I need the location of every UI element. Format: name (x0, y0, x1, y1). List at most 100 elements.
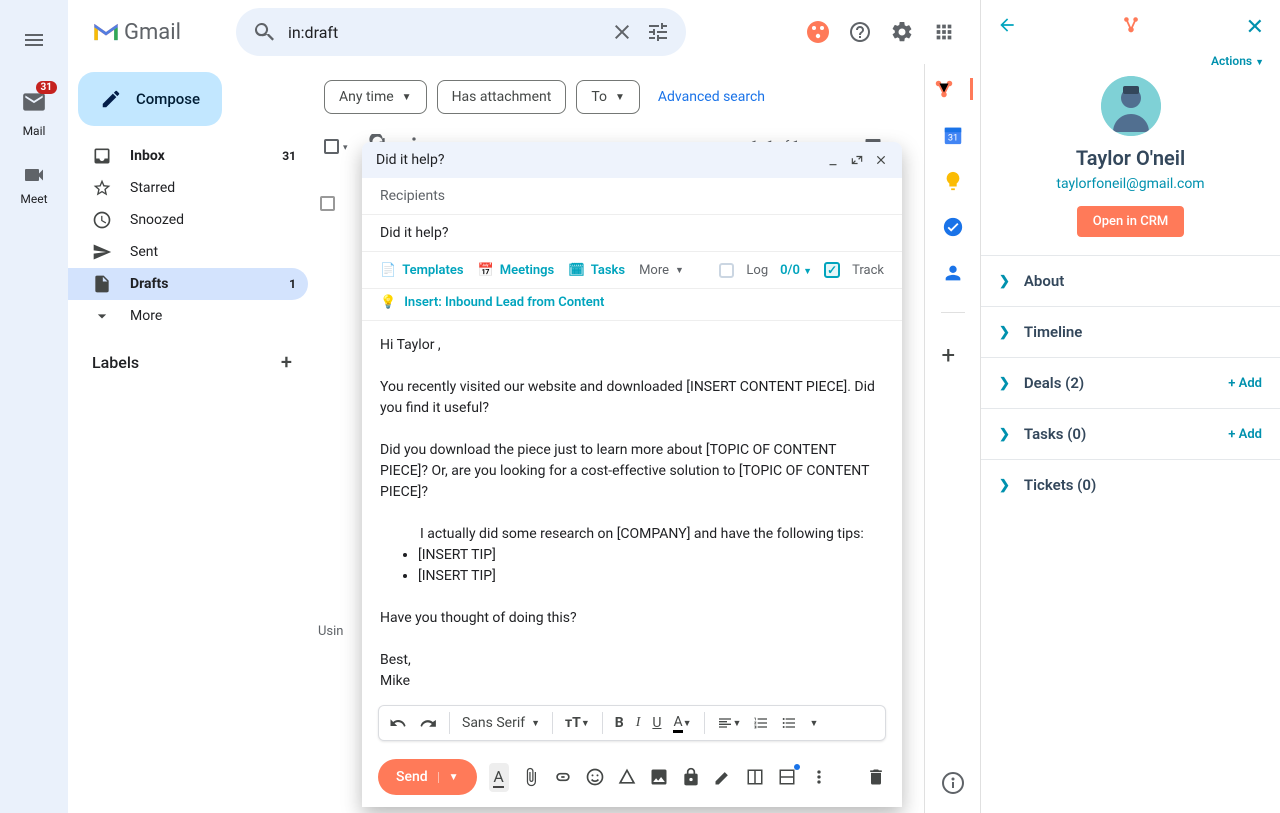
hubspot-top-icon[interactable] (806, 20, 830, 44)
insert-snippet-row[interactable]: 💡 Insert: Inbound Lead from Content (362, 289, 902, 321)
nav-more[interactable]: More (68, 300, 308, 332)
calendar-icon: 📅 (478, 263, 494, 278)
compose-header[interactable]: Did it help? (362, 142, 902, 178)
chip-anytime[interactable]: Any time▼ (324, 80, 427, 114)
log-count[interactable]: 0/0 ▼ (780, 263, 812, 278)
search-icon[interactable] (252, 20, 276, 44)
format-toggle-icon[interactable]: A (489, 763, 509, 792)
row-checkbox[interactable] (320, 196, 335, 211)
chip-to[interactable]: To▼ (576, 80, 640, 114)
font-size-icon[interactable]: тT ▼ (565, 715, 590, 731)
apps-icon[interactable] (932, 20, 956, 44)
send-options-caret[interactable]: ▼ (438, 772, 459, 783)
hubspot-back-icon[interactable] (997, 15, 1017, 39)
bullet-list-icon[interactable] (781, 715, 797, 731)
align-icon[interactable]: ▼ (717, 715, 742, 731)
open-in-crm-button[interactable]: Open in CRM (1077, 206, 1185, 237)
redo-icon[interactable] (419, 714, 437, 732)
tasks-rail-icon[interactable] (942, 216, 964, 238)
more-button[interactable]: More ▼ (639, 263, 684, 278)
subject-field[interactable]: Did it help? (362, 215, 902, 252)
emoji-icon[interactable] (585, 767, 605, 787)
format-more-icon[interactable]: ▼ (809, 718, 818, 729)
hubspot-rail-icon[interactable] (933, 78, 973, 100)
hamburger-menu[interactable] (14, 20, 54, 64)
compose-button[interactable]: Compose (78, 72, 222, 126)
settings-icon[interactable] (890, 20, 914, 44)
contact-name: Taylor O'neil (981, 146, 1280, 170)
select-all-checkbox[interactable] (324, 139, 339, 154)
select-caret[interactable] (339, 139, 348, 154)
help-icon[interactable] (848, 20, 872, 44)
discard-icon[interactable] (866, 767, 886, 787)
text-color-icon[interactable]: A ▼ (673, 714, 691, 733)
keep-rail-icon[interactable] (942, 170, 964, 192)
more-compose-icon[interactable] (809, 767, 829, 787)
section-tickets[interactable]: ❯Tickets (0) (981, 459, 1280, 510)
chip-has-attachment[interactable]: Has attachment (437, 80, 567, 114)
fullscreen-icon[interactable] (850, 153, 864, 167)
underline-icon[interactable]: U (652, 715, 661, 731)
gmail-logo[interactable]: Gmail (92, 20, 181, 45)
hubspot-logo-icon (1120, 14, 1142, 40)
section-about[interactable]: ❯About (981, 255, 1280, 306)
rail-mail[interactable]: 31 Mail (21, 89, 47, 138)
nav-sent[interactable]: Sent (68, 236, 308, 268)
signature-icon[interactable] (713, 767, 733, 787)
send-button[interactable]: Send▼ (378, 759, 477, 795)
tasks-button[interactable]: 🗓Tasks (568, 263, 625, 278)
contact-avatar (1101, 76, 1161, 136)
nav-starred[interactable]: Starred (68, 172, 308, 204)
numbered-list-icon[interactable] (753, 715, 769, 731)
link-icon[interactable] (553, 767, 573, 787)
bold-icon[interactable]: B (615, 715, 624, 731)
contacts-rail-icon[interactable] (942, 262, 964, 284)
hubspot-close-icon[interactable]: ✕ (1246, 15, 1264, 40)
compose-body[interactable]: Hi Taylor , You recently visited our web… (362, 321, 902, 697)
advanced-search-link[interactable]: Advanced search (658, 89, 765, 105)
contact-email[interactable]: taylorfoneil@gmail.com (981, 176, 1280, 192)
search-tune-icon[interactable] (646, 20, 670, 44)
nav-inbox-label: Inbox (130, 148, 282, 164)
meetings-button[interactable]: 📅Meetings (478, 263, 555, 278)
caret-icon: ▼ (615, 92, 625, 103)
section-deals[interactable]: ❯Deals (2)+ Add (981, 357, 1280, 408)
add-task-link[interactable]: + Add (1228, 427, 1262, 442)
rail-meet[interactable]: Meet (20, 163, 47, 206)
font-select[interactable]: Sans Serif ▼ (462, 715, 540, 731)
add-label-icon[interactable]: + (281, 350, 292, 374)
drive-icon[interactable] (617, 767, 637, 787)
send-row: Send▼ A (362, 749, 902, 807)
layout1-icon[interactable] (745, 768, 765, 786)
section-tasks[interactable]: ❯Tasks (0)+ Add (981, 408, 1280, 459)
log-checkbox[interactable] (719, 263, 734, 278)
nav-drafts-count: 1 (289, 277, 296, 291)
undo-icon[interactable] (389, 714, 407, 732)
recipients-field[interactable]: Recipients (362, 178, 902, 215)
add-rail-icon[interactable]: + (942, 341, 964, 363)
inbox-icon (92, 146, 112, 166)
attach-icon[interactable] (521, 767, 541, 787)
templates-button[interactable]: 📄Templates (380, 263, 464, 278)
layout2-icon[interactable] (777, 768, 797, 786)
info-rail-icon[interactable] (933, 763, 973, 803)
image-icon[interactable] (649, 767, 669, 787)
section-timeline[interactable]: ❯Timeline (981, 306, 1280, 357)
calendar-rail-icon[interactable]: 31 (942, 124, 964, 146)
track-checkbox[interactable] (824, 262, 840, 278)
search-box[interactable] (236, 8, 686, 56)
chevron-right-icon: ❯ (999, 325, 1010, 340)
nav-drafts[interactable]: Drafts 1 (68, 268, 308, 300)
confidential-icon[interactable] (681, 767, 701, 787)
hubspot-actions-dropdown[interactable]: Actions ▼ (981, 54, 1280, 68)
minimize-icon[interactable] (826, 153, 840, 167)
close-compose-icon[interactable] (874, 153, 888, 167)
search-input[interactable] (288, 23, 602, 42)
rail-mail-label: Mail (23, 124, 46, 138)
nav-snoozed[interactable]: Snoozed (68, 204, 308, 236)
clear-search-icon[interactable] (610, 20, 634, 44)
clock-icon (92, 210, 112, 230)
add-deal-link[interactable]: + Add (1228, 376, 1262, 391)
nav-inbox[interactable]: Inbox 31 (68, 140, 308, 172)
italic-icon[interactable]: I (636, 715, 641, 731)
